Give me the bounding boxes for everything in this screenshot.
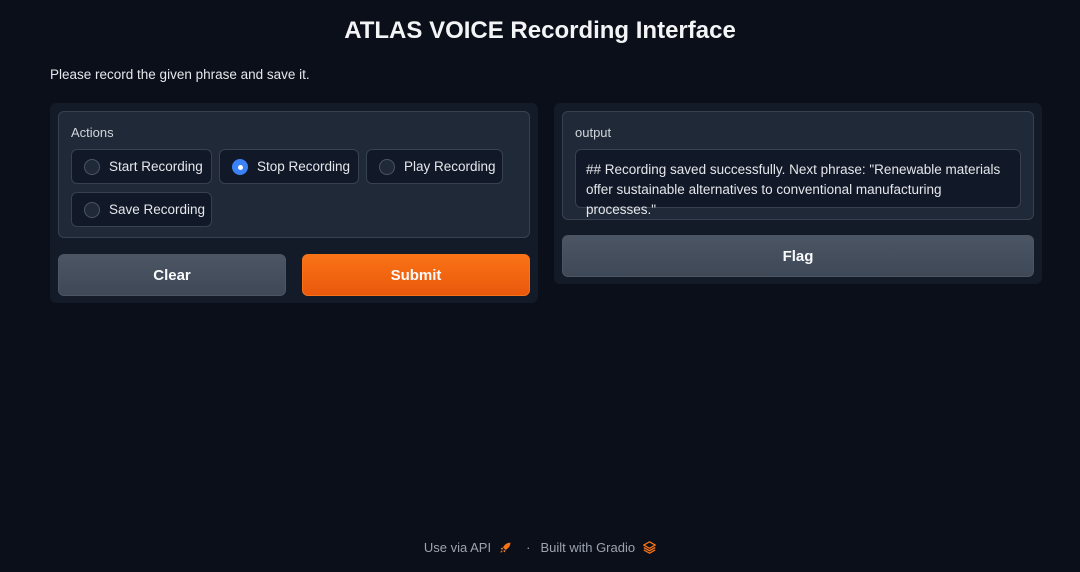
built-with-gradio-link[interactable]: Built with Gradio	[540, 540, 657, 555]
actions-label: Actions	[71, 125, 114, 140]
footer: Use via API · Built with Gradio	[0, 540, 1080, 555]
api-link-label: Use via API	[423, 540, 492, 555]
rocket-icon	[500, 542, 511, 553]
gradio-logo-icon	[643, 541, 657, 554]
output-label: output	[575, 125, 612, 140]
radio-start-recording[interactable]: Start Recording	[71, 149, 212, 184]
clear-button[interactable]: Clear	[58, 254, 286, 296]
radio-circle-checked[interactable]	[232, 158, 248, 175]
input-panel: Actions Start Recording Stop Recording P…	[50, 103, 538, 303]
actions-radio-group: Actions Start Recording Stop Recording P…	[58, 111, 530, 238]
radio-label: Stop Recording	[257, 159, 351, 174]
radio-label: Play Recording	[404, 159, 496, 174]
page-description: Please record the given phrase and save …	[50, 67, 310, 82]
radio-label: Start Recording	[109, 159, 203, 174]
built-with-label: Built with Gradio	[540, 540, 636, 555]
radio-circle[interactable]	[84, 158, 100, 175]
page-title: ATLAS VOICE Recording Interface	[344, 17, 736, 44]
radio-label: Save Recording	[109, 202, 206, 217]
page: ATLAS VOICE Recording Interface Please r…	[0, 0, 1080, 572]
radio-save-recording[interactable]: Save Recording	[71, 192, 212, 227]
output-textbox[interactable]: ## Recording saved successfully. Next ph…	[575, 149, 1021, 217]
flag-button[interactable]: Flag	[562, 235, 1034, 277]
footer-separator: ·	[526, 540, 531, 555]
output-panel: output ## Recording saved successfully. …	[554, 103, 1042, 284]
submit-button[interactable]: Submit	[302, 254, 530, 296]
use-via-api-link[interactable]: Use via API	[424, 540, 512, 555]
radio-circle[interactable]	[379, 158, 395, 175]
radio-stop-recording[interactable]: Stop Recording	[219, 149, 359, 184]
radio-play-recording[interactable]: Play Recording	[366, 149, 503, 184]
radio-circle[interactable]	[84, 201, 100, 218]
output-block: output ## Recording saved successfully. …	[562, 111, 1034, 220]
